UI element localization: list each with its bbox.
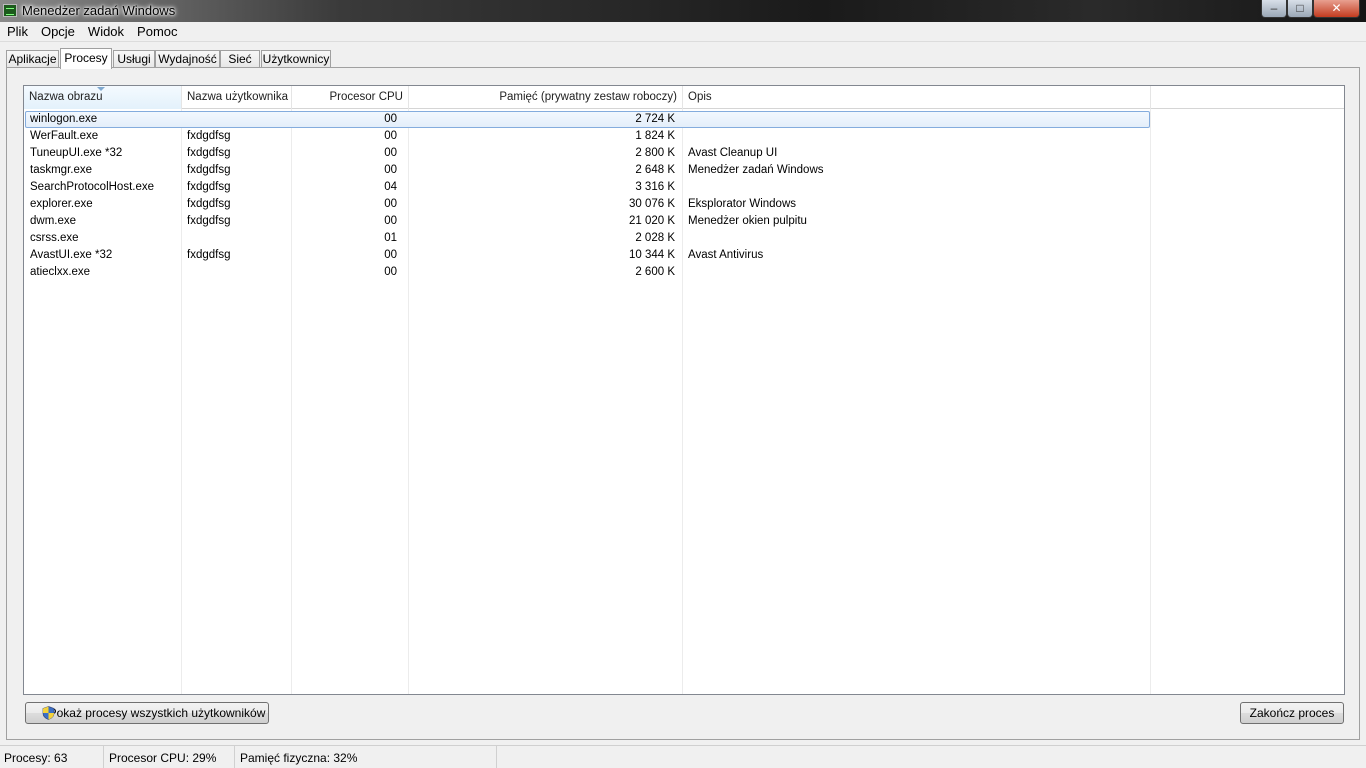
cell-image-name: WerFault.exe	[30, 130, 99, 142]
cell-description	[682, 179, 1150, 196]
cell-user-name: fxdgdfsg	[187, 215, 231, 227]
cell-description: Menedżer zadań Windows	[688, 164, 824, 176]
cell-cpu: 00	[384, 147, 397, 159]
table-row[interactable]: AvastUI.exe *32 fxdgdfsg 00 10 344 K Ava…	[24, 247, 1344, 264]
cell-description	[682, 230, 1150, 247]
cell-image-name: AvastUI.exe *32	[30, 249, 113, 261]
column-header-memory[interactable]: Pamięć (prywatny zestaw roboczy)	[409, 86, 683, 109]
show-all-users-processes-button[interactable]: Pokaż procesy wszystkich użytkowników	[25, 702, 269, 724]
table-row[interactable]: csrss.exe 01 2 028 K	[24, 230, 1344, 247]
cell-user-name	[181, 264, 291, 281]
tab-procesy[interactable]: Procesy	[60, 48, 112, 69]
maximize-button[interactable]: □	[1287, 0, 1313, 18]
minimize-button[interactable]: –	[1261, 0, 1287, 18]
table-row[interactable]: WerFault.exe fxdgdfsg 00 1 824 K	[24, 128, 1344, 145]
cell-cpu: 04	[384, 181, 397, 193]
cell-cpu: 00	[384, 198, 397, 210]
cell-cpu: 00	[384, 215, 397, 227]
cell-image-name: SearchProtocolHost.exe	[30, 181, 155, 193]
cell-memory: 2 028 K	[635, 232, 675, 244]
tab-uzytkownicy[interactable]: Użytkownicy	[261, 50, 331, 68]
cell-memory: 21 020 K	[628, 215, 675, 227]
cell-cpu: 00	[384, 113, 397, 125]
cell-description: Avast Antivirus	[688, 249, 764, 261]
cell-memory: 2 648 K	[635, 164, 675, 176]
cell-memory: 3 316 K	[635, 181, 675, 193]
cell-cpu: 00	[384, 130, 397, 142]
status-physical-memory: Pamięć fizyczna: 32%	[236, 746, 497, 768]
cell-user-name: fxdgdfsg	[187, 181, 231, 193]
cell-cpu: 00	[384, 164, 397, 176]
column-header-image-name[interactable]: Nazwa obrazu	[24, 86, 182, 109]
window-title: Menedżer zadań Windows	[22, 3, 176, 18]
cell-image-name: TuneupUI.exe *32	[30, 147, 123, 159]
cell-user-name: fxdgdfsg	[187, 249, 231, 261]
cell-memory: 2 724 K	[635, 113, 675, 125]
menu-bar: Plik Opcje Widok Pomoc	[0, 22, 1366, 42]
menu-opcje[interactable]: Opcje	[34, 22, 81, 40]
cell-user-name: fxdgdfsg	[187, 130, 231, 142]
table-row[interactable]: winlogon.exe 00 2 724 K	[24, 111, 1344, 128]
uac-shield-icon	[42, 706, 55, 720]
cell-description	[682, 128, 1150, 145]
tab-uslugi[interactable]: Usługi	[113, 50, 155, 68]
cell-memory: 2 600 K	[635, 266, 675, 278]
cell-image-name: explorer.exe	[30, 198, 93, 210]
cell-memory: 2 800 K	[635, 147, 675, 159]
process-rows: winlogon.exe 00 2 724 K WerFault.exe fxd…	[24, 111, 1344, 281]
status-bar: Procesy: 63 Procesor CPU: 29% Pamięć fiz…	[0, 745, 1366, 768]
title-bar: Menedżer zadań Windows – □ ✕	[0, 0, 1366, 22]
table-row[interactable]: SearchProtocolHost.exe fxdgdfsg 04 3 316…	[24, 179, 1344, 196]
cell-user-name	[181, 230, 291, 247]
sort-arrow-icon	[97, 87, 105, 91]
cell-user-name: fxdgdfsg	[187, 198, 231, 210]
menu-plik[interactable]: Plik	[0, 22, 34, 40]
tab-siec[interactable]: Sieć	[220, 50, 260, 68]
task-manager-icon	[3, 4, 17, 17]
close-button[interactable]: ✕	[1313, 0, 1360, 18]
table-row[interactable]: TuneupUI.exe *32 fxdgdfsg 00 2 800 K Ava…	[24, 145, 1344, 162]
cell-memory: 10 344 K	[628, 249, 675, 261]
table-row[interactable]: dwm.exe fxdgdfsg 00 21 020 K Menedżer ok…	[24, 213, 1344, 230]
cell-description: Eksplorator Windows	[688, 198, 797, 210]
cell-image-name: csrss.exe	[30, 232, 79, 244]
cell-cpu: 00	[384, 266, 397, 278]
end-process-button[interactable]: Zakończ proces	[1240, 702, 1344, 724]
cell-image-name: taskmgr.exe	[30, 164, 92, 176]
process-list[interactable]: Nazwa obrazu Nazwa użytkownika Procesor …	[23, 85, 1345, 695]
table-row[interactable]: atieclxx.exe 00 2 600 K	[24, 264, 1344, 281]
table-row[interactable]: explorer.exe fxdgdfsg 00 30 076 K Eksplo…	[24, 196, 1344, 213]
list-header: Nazwa obrazu Nazwa użytkownika Procesor …	[24, 86, 1344, 109]
cell-user-name: fxdgdfsg	[187, 147, 231, 159]
tab-wydajnosc[interactable]: Wydajność	[155, 50, 220, 68]
cell-memory: 1 824 K	[635, 130, 675, 142]
cell-description	[682, 264, 1150, 281]
table-row[interactable]: taskmgr.exe fxdgdfsg 00 2 648 K Menedżer…	[24, 162, 1344, 179]
column-header-cpu[interactable]: Procesor CPU	[292, 86, 409, 109]
column-header-description[interactable]: Opis	[683, 86, 1151, 109]
menu-widok[interactable]: Widok	[81, 22, 130, 40]
cell-image-name: dwm.exe	[30, 215, 77, 227]
cell-description: Menedżer okien pulpitu	[688, 215, 807, 227]
menu-pomoc[interactable]: Pomoc	[130, 22, 183, 40]
status-cpu-usage: Procesor CPU: 29%	[105, 746, 235, 768]
show-all-users-processes-label: Pokaż procesy wszystkich użytkowników	[48, 706, 266, 720]
cell-user-name	[181, 111, 291, 128]
column-header-user-name[interactable]: Nazwa użytkownika	[182, 86, 292, 109]
cell-description: Avast Cleanup UI	[688, 147, 778, 159]
cell-memory: 30 076 K	[628, 198, 675, 210]
tab-aplikacje[interactable]: Aplikacje	[6, 50, 59, 68]
cell-image-name: atieclxx.exe	[30, 266, 91, 278]
cell-user-name: fxdgdfsg	[187, 164, 231, 176]
cell-image-name: winlogon.exe	[30, 113, 98, 125]
cell-description	[682, 111, 1150, 128]
cell-cpu: 00	[384, 249, 397, 261]
status-process-count: Procesy: 63	[0, 746, 104, 768]
cell-cpu: 01	[384, 232, 397, 244]
